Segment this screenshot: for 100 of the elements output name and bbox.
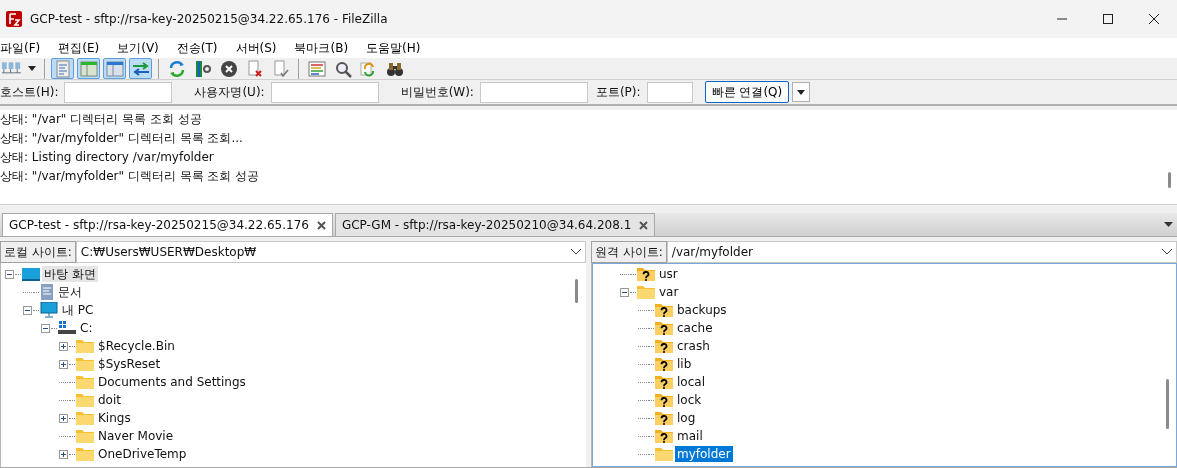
- expand-icon[interactable]: [59, 341, 68, 351]
- tree-item[interactable]: $SysReset: [96, 356, 163, 372]
- tree-item[interactable]: OneDriveTemp: [96, 446, 189, 462]
- tree-item[interactable]: local: [675, 374, 707, 390]
- input-field[interactable]: [270, 81, 379, 103]
- refresh-icon: [167, 59, 186, 78]
- maximize-icon: [1103, 14, 1113, 24]
- field-label: 포트(P):: [595, 84, 641, 101]
- connection-tab[interactable]: GCP-GM - sftp://rsa-key-20250210@34.64.208.1: [334, 213, 656, 236]
- reconnect-icon: [272, 59, 289, 78]
- tree-item[interactable]: mail: [675, 428, 705, 444]
- list-icon: [307, 60, 326, 77]
- log-line: 상태: Listing directory /var/myfolder: [0, 149, 215, 166]
- path-combo[interactable]: C:₩Users₩USER₩Desktop₩: [75, 241, 586, 263]
- connection-tab[interactable]: GCP-test - sftp://rsa-key-20250215@34.22.65.176: [2, 213, 333, 236]
- tree-item[interactable]: C:: [78, 320, 95, 336]
- expand-icon[interactable]: [59, 413, 68, 423]
- collapse-icon[interactable]: [5, 269, 14, 279]
- unknown-folder-icon: [655, 321, 673, 335]
- tree-item[interactable]: log: [675, 410, 698, 426]
- menu-item[interactable]: 전송(T): [176, 39, 226, 57]
- unknown-folder-icon: [655, 357, 673, 371]
- close-icon[interactable]: [639, 220, 649, 230]
- tree-item[interactable]: Kings: [96, 410, 133, 426]
- path-text: C:₩Users₩USER₩Desktop₩: [80, 244, 257, 261]
- filter-icon: [193, 59, 212, 78]
- monitor-icon: [22, 267, 40, 281]
- panel-icon: [79, 60, 98, 77]
- menu-item[interactable]: 보기(V): [117, 39, 167, 57]
- path-text: /var/myfolder: [671, 244, 753, 261]
- field-label: 사용자명(U):: [194, 84, 265, 101]
- folder-icon: [76, 429, 94, 443]
- monitor-icon: [40, 302, 58, 318]
- collapse-icon[interactable]: [23, 305, 32, 315]
- unknown-folder-icon: [655, 393, 673, 407]
- search-icon: [333, 59, 352, 78]
- scrollbar-thumb[interactable]: [1168, 172, 1171, 188]
- menu-item[interactable]: 편집(E): [58, 39, 108, 57]
- folder-icon: [76, 447, 94, 461]
- tab-label: GCP-GM - sftp://rsa-key-20250210@34.64.208.1: [341, 217, 632, 234]
- tree-item[interactable]: doit: [96, 392, 123, 408]
- tree-item[interactable]: 바탕 화면: [42, 266, 98, 282]
- tree-item[interactable]: $Recycle.Bin: [96, 338, 177, 354]
- input-field[interactable]: [64, 81, 173, 103]
- menu-item[interactable]: 북마크(B): [294, 39, 357, 57]
- unknown-folder-icon: [655, 429, 673, 443]
- tree-item[interactable]: lib: [675, 356, 694, 372]
- tree-item[interactable]: cache: [675, 320, 715, 336]
- scrollbar-thumb[interactable]: [575, 279, 578, 303]
- folder-icon: [637, 285, 655, 299]
- tree-item[interactable]: lock: [675, 392, 704, 408]
- tree-item[interactable]: var: [657, 284, 681, 300]
- close-icon[interactable]: [316, 220, 326, 230]
- menu-item[interactable]: 서버(S): [235, 39, 285, 57]
- path-combo[interactable]: /var/myfolder: [666, 241, 1177, 263]
- panel-icon: [105, 60, 124, 77]
- tree-item[interactable]: 내 PC: [60, 302, 96, 318]
- site-label: 로컬 사이트:: [0, 241, 76, 263]
- quickconnect-button[interactable]: 빠른 연결(Q): [704, 81, 790, 103]
- disconnect-icon: [246, 59, 263, 78]
- collapse-icon[interactable]: [620, 287, 629, 297]
- folder-icon: [655, 447, 673, 461]
- folder-icon: [76, 411, 94, 425]
- input-field[interactable]: [646, 81, 693, 103]
- dropdown-caret-icon[interactable]: [1164, 222, 1173, 227]
- expand-icon[interactable]: [59, 359, 68, 369]
- tree-item[interactable]: crash: [675, 338, 712, 354]
- folder-icon: [76, 375, 94, 389]
- tree-item[interactable]: Documents and Settings: [96, 374, 248, 390]
- unknown-folder-icon: [655, 339, 673, 353]
- field-label: 비밀번호(W):: [400, 84, 474, 101]
- unknown-folder-icon: [637, 267, 655, 281]
- drive-icon: [58, 321, 76, 335]
- window-title: GCP-test - sftp://rsa-key-20250215@34.22.65.176 - FileZilla: [30, 11, 389, 28]
- tree-item[interactable]: Naver Movie: [96, 428, 176, 444]
- site-label: 원격 사이트:: [591, 241, 667, 263]
- app-logo-icon: [6, 11, 22, 27]
- tab-label: GCP-test - sftp://rsa-key-20250215@34.22.65.176: [9, 217, 309, 234]
- tree-item[interactable]: usr: [657, 266, 680, 282]
- tree-item[interactable]: 문서: [56, 284, 84, 300]
- menu-item[interactable]: 파일(F): [0, 39, 49, 57]
- menu-item[interactable]: 도움말(H): [366, 39, 429, 57]
- input-field[interactable]: [479, 81, 588, 103]
- collapse-icon[interactable]: [41, 323, 50, 333]
- dropdown-caret-icon[interactable]: [28, 66, 36, 71]
- close-icon: [1149, 14, 1159, 24]
- binoculars-icon: [385, 60, 404, 77]
- tree-item[interactable]: backups: [675, 302, 729, 318]
- cancel-icon: [219, 59, 238, 78]
- expand-icon[interactable]: [59, 449, 68, 459]
- chevron-icon: [1162, 249, 1172, 255]
- folder-icon: [76, 393, 94, 407]
- chevron-icon: [571, 249, 581, 255]
- log-line: 상태: "/var/myfolder" 디렉터리 목록 조회...: [0, 130, 244, 147]
- unknown-folder-icon: [655, 303, 673, 317]
- scrollbar-thumb[interactable]: [1166, 379, 1169, 429]
- quickconnect-dropdown[interactable]: [792, 82, 811, 102]
- tree-item[interactable]: myfolder: [675, 446, 733, 462]
- document-icon: [40, 284, 54, 300]
- log-line: 상태: "/var" 디렉터리 목록 조회 성공: [0, 111, 203, 128]
